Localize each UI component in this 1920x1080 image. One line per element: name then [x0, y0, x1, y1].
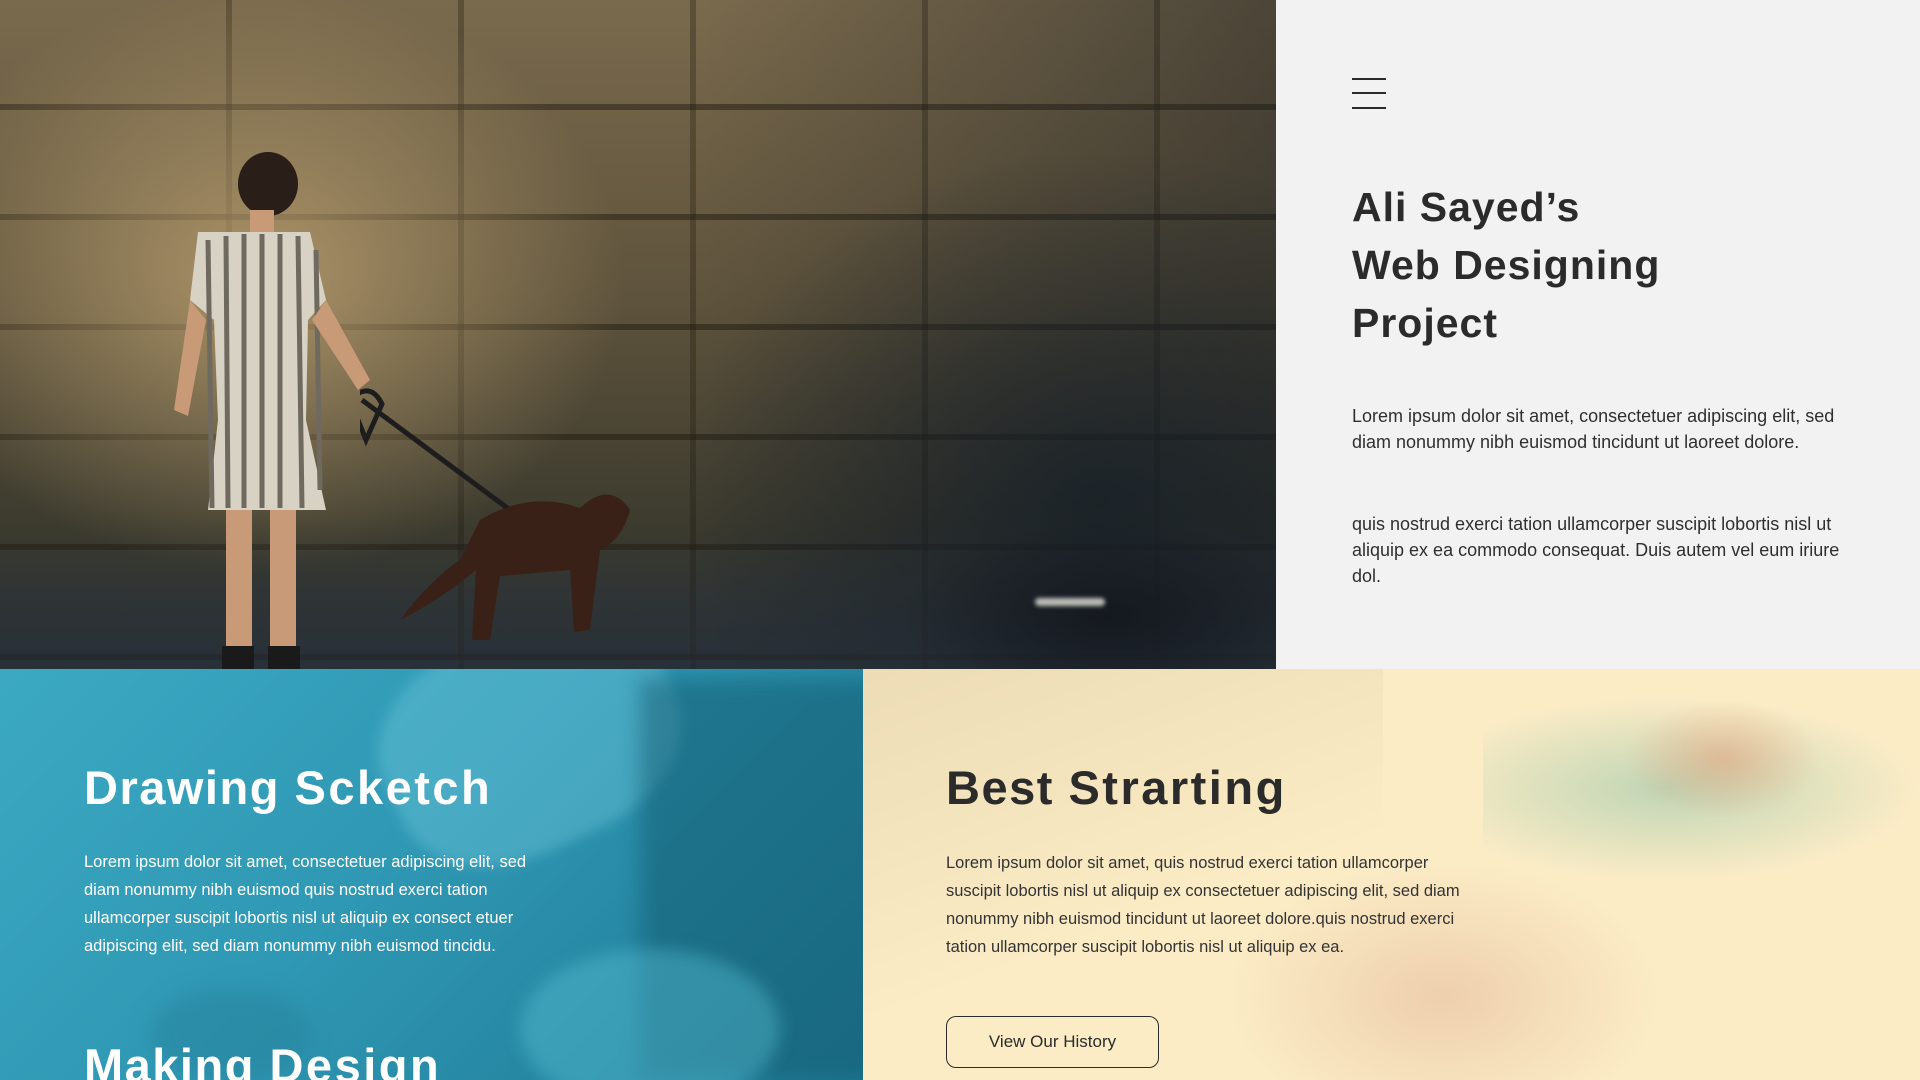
passing-car-blur: [900, 520, 1276, 669]
menu-line: [1352, 92, 1386, 94]
intro-paragraph-1: Lorem ipsum dolor sit amet, consectetuer…: [1352, 406, 1835, 452]
starting-paragraph: Lorem ipsum dolor sit amet, quis nostrud…: [946, 854, 1460, 956]
intro-paragraph-2: quis nostrud exerci tation ullamcorper s…: [1352, 514, 1840, 586]
bg-shape: [1623, 699, 1823, 819]
view-history-button[interactable]: View Our History: [946, 1016, 1159, 1068]
dog-figure: [360, 388, 630, 640]
making-heading-light: Making: [84, 1039, 255, 1080]
making-heading-bold: Design: [269, 1039, 442, 1080]
drawing-heading-light: Drawing: [84, 761, 280, 814]
hero-photo: [0, 0, 1276, 669]
starting-heading-bold: Strarting: [1068, 761, 1287, 814]
menu-line: [1352, 78, 1386, 80]
making-heading: Making Design: [84, 1038, 441, 1080]
hamburger-menu-icon[interactable]: [1352, 78, 1386, 110]
starting-heading: Best Strarting: [946, 760, 1287, 816]
intro-title-line1: Ali Sayed’s: [1352, 184, 1581, 230]
intro-panel: Ali Sayed’s Web Designing Project Lorem …: [1276, 0, 1920, 669]
menu-line: [1352, 107, 1386, 109]
woman-figure: [174, 152, 370, 669]
intro-title-line2: Web Designing: [1352, 242, 1661, 288]
drawing-heading-bold: Scketch: [294, 761, 493, 814]
intro-title-line3: Project: [1352, 300, 1498, 346]
starting-heading-light: Best: [946, 761, 1054, 814]
drawing-heading: Drawing Scketch: [84, 760, 492, 816]
intro-title: Ali Sayed’s Web Designing Project: [1352, 178, 1660, 352]
drawing-paragraph: Lorem ipsum dolor sit amet, consectetuer…: [84, 853, 527, 955]
car-headlight: [1035, 598, 1105, 606]
